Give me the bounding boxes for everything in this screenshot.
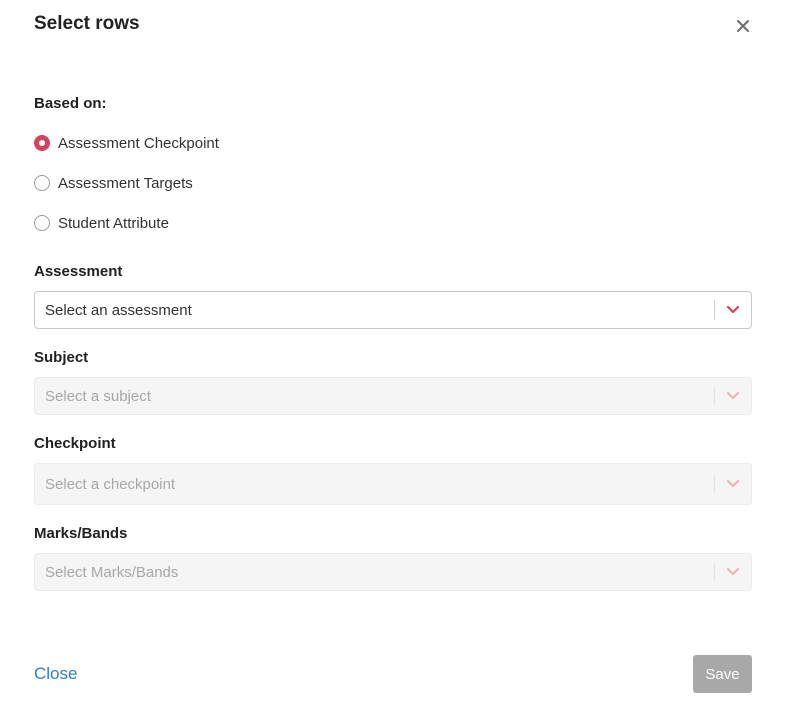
- chevron-down-icon: [715, 464, 751, 504]
- close-icon[interactable]: [733, 16, 753, 36]
- radio-assessment-targets[interactable]: Assessment Targets: [34, 173, 193, 193]
- save-button[interactable]: Save: [693, 655, 752, 693]
- radio-checked-icon[interactable]: [34, 135, 50, 151]
- assessment-select-placeholder: Select an assessment: [45, 301, 192, 319]
- radio-label: Assessment Checkpoint: [58, 134, 219, 152]
- chevron-down-icon: [715, 378, 751, 414]
- close-link[interactable]: Close: [34, 664, 77, 684]
- checkpoint-select-placeholder: Select a checkpoint: [45, 475, 176, 493]
- radio-label: Assessment Targets: [58, 174, 193, 192]
- marks-bands-select-placeholder: Select Marks/Bands: [45, 563, 179, 581]
- assessment-label: Assessment: [34, 263, 123, 280]
- subject-select-placeholder: Select a subject: [45, 387, 151, 405]
- chevron-down-icon: [715, 554, 751, 590]
- select-rows-dialog: Select rows Based on: Assessment Checkpo…: [0, 0, 786, 708]
- radio-unchecked-icon[interactable]: [34, 215, 50, 231]
- radio-assessment-checkpoint[interactable]: Assessment Checkpoint: [34, 133, 219, 153]
- marks-bands-select: Select Marks/Bands: [34, 553, 752, 591]
- assessment-select[interactable]: Select an assessment: [34, 291, 752, 329]
- radio-unchecked-icon[interactable]: [34, 175, 50, 191]
- subject-label: Subject: [34, 349, 89, 366]
- subject-select: Select a subject: [34, 377, 752, 415]
- radio-student-attribute[interactable]: Student Attribute: [34, 213, 169, 233]
- checkpoint-select: Select a checkpoint: [34, 463, 752, 505]
- checkpoint-label: Checkpoint: [34, 435, 116, 452]
- chevron-down-icon[interactable]: [715, 292, 751, 328]
- marks-bands-label: Marks/Bands: [34, 525, 128, 542]
- based-on-label: Based on:: [34, 95, 107, 112]
- dialog-title: Select rows: [34, 13, 140, 34]
- radio-label: Student Attribute: [58, 214, 169, 232]
